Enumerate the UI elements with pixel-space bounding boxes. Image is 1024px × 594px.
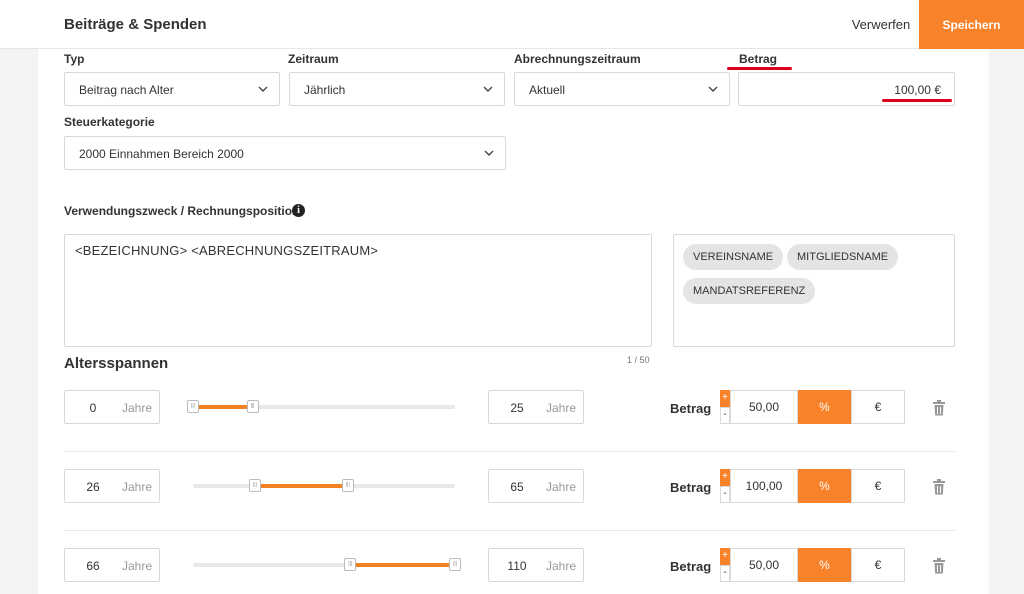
age-unit-label: Jahre	[122, 480, 153, 494]
age-to-value: 110	[507, 559, 527, 573]
trash-icon[interactable]	[932, 479, 946, 495]
info-icon[interactable]: i	[292, 204, 305, 217]
row-divider	[64, 451, 955, 452]
slider-handle-to[interactable]: |||	[341, 479, 354, 492]
age-unit-label: Jahre	[122, 401, 153, 415]
slider-fill	[350, 563, 455, 567]
row-betrag-label: Betrag	[670, 480, 712, 495]
slider-fill	[254, 484, 348, 488]
steuerkategorie-select[interactable]: 2000 Einnahmen Bereich 2000	[64, 136, 506, 170]
percent-toggle[interactable]: %	[798, 469, 851, 503]
decrement-button[interactable]: -	[720, 407, 730, 424]
euro-toggle[interactable]: €	[851, 390, 905, 424]
percent-toggle[interactable]: %	[798, 548, 851, 582]
age-unit-label: Jahre	[546, 401, 577, 415]
row-divider	[64, 530, 955, 531]
betrag-label: Betrag	[739, 52, 778, 66]
chip-vereinsname[interactable]: VEREINSNAME	[683, 244, 784, 270]
chip-mitgliedsname[interactable]: MITGLIEDSNAME	[787, 244, 899, 270]
abrechnungszeitraum-label: Abrechnungszeitraum	[514, 52, 641, 66]
top-bar: Beiträge & Spenden Verwerfen Speichern	[0, 0, 1024, 49]
age-to-value: 65	[510, 480, 524, 494]
abrechnungszeitraum-select[interactable]: Aktuell	[514, 72, 730, 106]
amount-input[interactable]: 100,00	[730, 469, 798, 503]
abrechnungszeitraum-select-value: Aktuell	[529, 83, 566, 97]
slider-handle-to[interactable]: |||	[246, 400, 259, 413]
row-betrag-label: Betrag	[670, 559, 712, 574]
zeitraum-select[interactable]: Jährlich	[289, 72, 505, 106]
discard-button[interactable]: Verwerfen	[843, 0, 919, 49]
age-range-slider[interactable]: ||| |||	[187, 400, 455, 413]
age-from-input[interactable]: 0 Jahre	[64, 390, 160, 424]
slider-handle-from[interactable]: |||	[248, 479, 261, 492]
percent-toggle[interactable]: %	[798, 390, 851, 424]
typ-select[interactable]: Beitrag nach Alter	[64, 72, 280, 106]
increment-button[interactable]: +	[720, 548, 730, 565]
char-counter: 1 / 50	[627, 355, 650, 365]
decrement-button[interactable]: -	[720, 565, 730, 582]
verwendungszweck-label: Verwendungszweck / Rechnungsposition	[64, 204, 300, 218]
trash-icon[interactable]	[932, 558, 946, 574]
age-unit-label: Jahre	[546, 559, 577, 573]
zeitraum-select-value: Jährlich	[304, 83, 346, 97]
age-from-value: 0	[89, 401, 97, 415]
increment-button[interactable]: +	[720, 390, 730, 407]
slider-handle-to[interactable]: |||	[449, 558, 461, 571]
age-unit-label: Jahre	[122, 559, 153, 573]
typ-select-value: Beitrag nach Alter	[79, 83, 174, 97]
age-from-value: 66	[86, 559, 100, 573]
zeitraum-label: Zeitraum	[288, 52, 339, 66]
row-betrag-label: Betrag	[670, 401, 712, 416]
age-range-slider[interactable]: ||| |||	[193, 479, 455, 492]
age-to-input[interactable]: 110 Jahre	[488, 548, 584, 582]
trash-icon[interactable]	[932, 400, 946, 416]
chevron-down-icon	[483, 86, 493, 92]
euro-toggle[interactable]: €	[851, 469, 905, 503]
chip-mandatsreferenz[interactable]: MANDATSREFERENZ	[683, 278, 816, 304]
steuerkategorie-label: Steuerkategorie	[64, 115, 155, 129]
age-range-slider[interactable]: ||| |||	[193, 558, 461, 571]
age-to-input[interactable]: 65 Jahre	[488, 469, 584, 503]
chevron-down-icon	[708, 86, 718, 92]
form-card: Typ Zeitraum Abrechnungszeitraum Betrag …	[38, 49, 989, 594]
age-from-value: 26	[86, 480, 100, 494]
typ-label: Typ	[64, 52, 85, 66]
page-title: Beiträge & Spenden	[64, 16, 207, 33]
amount-stepper: + -	[720, 548, 730, 582]
altersspannen-title: Altersspannen	[64, 355, 169, 372]
chevron-down-icon	[484, 150, 494, 156]
steuerkategorie-select-value: 2000 Einnahmen Bereich 2000	[79, 147, 244, 161]
verwendungszweck-textarea[interactable]: <BEZEICHNUNG> <ABRECHNUNGSZEITRAUM>	[64, 234, 652, 347]
placeholder-chips-panel: VEREINSNAME MITGLIEDSNAME MANDATSREFEREN…	[673, 234, 955, 347]
amount-input[interactable]: 50,00	[730, 390, 798, 424]
age-from-input[interactable]: 66 Jahre	[64, 548, 160, 582]
amount-stepper: + -	[720, 469, 730, 503]
betrag-label-underline	[727, 67, 792, 70]
verwendungszweck-text: <BEZEICHNUNG> <ABRECHNUNGSZEITRAUM>	[75, 243, 379, 258]
age-from-input[interactable]: 26 Jahre	[64, 469, 160, 503]
slider-handle-from[interactable]: |||	[187, 400, 199, 413]
save-button[interactable]: Speichern	[919, 0, 1024, 49]
amount-input[interactable]: 50,00	[730, 548, 798, 582]
age-to-input[interactable]: 25 Jahre	[488, 390, 584, 424]
betrag-input-value: 100,00 €	[894, 83, 941, 97]
slider-handle-from[interactable]: |||	[344, 558, 357, 571]
betrag-value-underline	[882, 99, 952, 102]
age-to-value: 25	[510, 401, 524, 415]
decrement-button[interactable]: -	[720, 486, 730, 503]
age-unit-label: Jahre	[546, 480, 577, 494]
amount-stepper: + -	[720, 390, 730, 424]
slider-fill	[193, 405, 253, 409]
euro-toggle[interactable]: €	[851, 548, 905, 582]
increment-button[interactable]: +	[720, 469, 730, 486]
chevron-down-icon	[258, 86, 268, 92]
